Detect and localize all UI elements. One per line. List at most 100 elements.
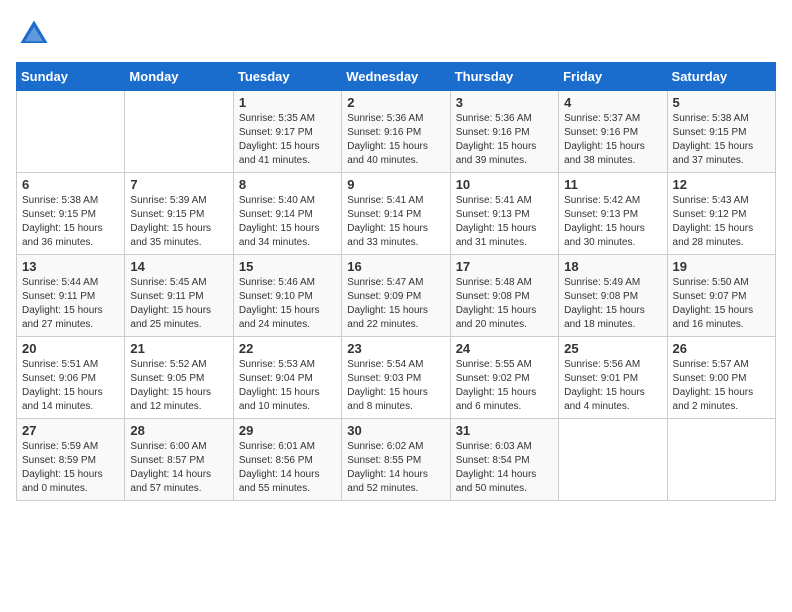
calendar-cell: 30 Sunrise: 6:02 AM Sunset: 8:55 PM Dayli… xyxy=(342,419,450,501)
day-number: 23 xyxy=(347,341,444,356)
day-info: Sunrise: 5:48 AM Sunset: 9:08 PM Dayligh… xyxy=(456,276,553,332)
day-number: 3 xyxy=(456,95,553,110)
day-number: 30 xyxy=(347,423,444,438)
day-number: 6 xyxy=(22,177,119,192)
calendar-cell: 3Sunrise: 5:36 AM Sunset: 9:16 PM Daylig… xyxy=(450,91,558,173)
weekday-header-row: SundayMondayTuesdayWednesdayThursdayFrid… xyxy=(17,63,776,91)
calendar-week-row: 27 Sunrise: 5:59 AM Sunset: 8:59 PM Dayli… xyxy=(17,419,776,501)
calendar-week-row: 13 Sunrise: 5:44 AM Sunset: 9:11 PM Dayli… xyxy=(17,255,776,337)
day-number: 5 xyxy=(673,95,770,110)
day-number: 17 xyxy=(456,259,553,274)
day-number: 18 xyxy=(564,259,661,274)
weekday-header-sunday: Sunday xyxy=(17,63,125,91)
day-info: Sunrise: 5:40 AM Sunset: 9:14 PM Dayligh… xyxy=(239,194,336,250)
day-info: Sunrise: 6:01 AM Sunset: 8:56 PM Dayligh… xyxy=(239,440,336,496)
calendar-cell: 15 Sunrise: 5:46 AM Sunset: 9:10 PM Dayli… xyxy=(233,255,341,337)
day-info: Sunrise: 5:42 AM Sunset: 9:13 PM Dayligh… xyxy=(564,194,661,250)
day-info: Sunrise: 5:36 AM Sunset: 9:16 PM Dayligh… xyxy=(347,112,444,168)
day-number: 4 xyxy=(564,95,661,110)
calendar-cell: 10 Sunrise: 5:41 AM Sunset: 9:13 PM Dayli… xyxy=(450,173,558,255)
calendar-cell xyxy=(125,91,233,173)
calendar-cell xyxy=(559,419,667,501)
day-info: Sunrise: 5:39 AM Sunset: 9:15 PM Dayligh… xyxy=(130,194,227,250)
calendar-cell: 6 Sunrise: 5:38 AM Sunset: 9:15 PM Daylig… xyxy=(17,173,125,255)
day-info: Sunrise: 5:44 AM Sunset: 9:11 PM Dayligh… xyxy=(22,276,119,332)
calendar-week-row: 6 Sunrise: 5:38 AM Sunset: 9:15 PM Daylig… xyxy=(17,173,776,255)
calendar-cell: 8 Sunrise: 5:40 AM Sunset: 9:14 PM Daylig… xyxy=(233,173,341,255)
day-info: Sunrise: 5:37 AM Sunset: 9:16 PM Dayligh… xyxy=(564,112,661,168)
day-info: Sunrise: 5:49 AM Sunset: 9:08 PM Dayligh… xyxy=(564,276,661,332)
day-number: 20 xyxy=(22,341,119,356)
calendar-cell: 9 Sunrise: 5:41 AM Sunset: 9:14 PM Daylig… xyxy=(342,173,450,255)
calendar-cell: 26 Sunrise: 5:57 AM Sunset: 9:00 PM Dayli… xyxy=(667,337,775,419)
calendar-cell: 14 Sunrise: 5:45 AM Sunset: 9:11 PM Dayli… xyxy=(125,255,233,337)
day-number: 7 xyxy=(130,177,227,192)
weekday-header-wednesday: Wednesday xyxy=(342,63,450,91)
day-number: 27 xyxy=(22,423,119,438)
day-info: Sunrise: 6:00 AM Sunset: 8:57 PM Dayligh… xyxy=(130,440,227,496)
day-number: 14 xyxy=(130,259,227,274)
calendar-cell: 28 Sunrise: 6:00 AM Sunset: 8:57 PM Dayli… xyxy=(125,419,233,501)
day-number: 1 xyxy=(239,95,336,110)
calendar-cell xyxy=(667,419,775,501)
day-info: Sunrise: 5:56 AM Sunset: 9:01 PM Dayligh… xyxy=(564,358,661,414)
day-info: Sunrise: 5:50 AM Sunset: 9:07 PM Dayligh… xyxy=(673,276,770,332)
day-info: Sunrise: 6:02 AM Sunset: 8:55 PM Dayligh… xyxy=(347,440,444,496)
calendar-cell: 13 Sunrise: 5:44 AM Sunset: 9:11 PM Dayli… xyxy=(17,255,125,337)
day-info: Sunrise: 5:43 AM Sunset: 9:12 PM Dayligh… xyxy=(673,194,770,250)
day-number: 15 xyxy=(239,259,336,274)
page-header xyxy=(16,16,776,52)
day-number: 8 xyxy=(239,177,336,192)
logo-icon xyxy=(16,16,52,52)
day-number: 12 xyxy=(673,177,770,192)
calendar-week-row: 1 Sunrise: 5:35 AM Sunset: 9:17 PM Daylig… xyxy=(17,91,776,173)
day-number: 21 xyxy=(130,341,227,356)
day-info: Sunrise: 5:41 AM Sunset: 9:14 PM Dayligh… xyxy=(347,194,444,250)
calendar-cell: 1 Sunrise: 5:35 AM Sunset: 9:17 PM Daylig… xyxy=(233,91,341,173)
calendar-cell: 27 Sunrise: 5:59 AM Sunset: 8:59 PM Dayli… xyxy=(17,419,125,501)
day-info: Sunrise: 5:35 AM Sunset: 9:17 PM Dayligh… xyxy=(239,112,336,168)
day-info: Sunrise: 5:51 AM Sunset: 9:06 PM Dayligh… xyxy=(22,358,119,414)
calendar-cell: 23 Sunrise: 5:54 AM Sunset: 9:03 PM Dayli… xyxy=(342,337,450,419)
day-number: 10 xyxy=(456,177,553,192)
calendar-cell: 21Sunrise: 5:52 AM Sunset: 9:05 PM Dayli… xyxy=(125,337,233,419)
calendar-cell: 5 Sunrise: 5:38 AM Sunset: 9:15 PM Daylig… xyxy=(667,91,775,173)
calendar-cell xyxy=(17,91,125,173)
calendar-cell: 17 Sunrise: 5:48 AM Sunset: 9:08 PM Dayli… xyxy=(450,255,558,337)
day-info: Sunrise: 5:54 AM Sunset: 9:03 PM Dayligh… xyxy=(347,358,444,414)
day-info: Sunrise: 5:46 AM Sunset: 9:10 PM Dayligh… xyxy=(239,276,336,332)
day-number: 29 xyxy=(239,423,336,438)
day-number: 25 xyxy=(564,341,661,356)
day-info: Sunrise: 5:47 AM Sunset: 9:09 PM Dayligh… xyxy=(347,276,444,332)
weekday-header-thursday: Thursday xyxy=(450,63,558,91)
day-info: Sunrise: 5:41 AM Sunset: 9:13 PM Dayligh… xyxy=(456,194,553,250)
logo xyxy=(16,16,56,52)
day-number: 16 xyxy=(347,259,444,274)
day-info: Sunrise: 6:03 AM Sunset: 8:54 PM Dayligh… xyxy=(456,440,553,496)
calendar-cell: 2Sunrise: 5:36 AM Sunset: 9:16 PM Daylig… xyxy=(342,91,450,173)
calendar-cell: 16 Sunrise: 5:47 AM Sunset: 9:09 PM Dayli… xyxy=(342,255,450,337)
weekday-header-saturday: Saturday xyxy=(667,63,775,91)
day-number: 28 xyxy=(130,423,227,438)
day-info: Sunrise: 5:38 AM Sunset: 9:15 PM Dayligh… xyxy=(673,112,770,168)
calendar-cell: 22Sunrise: 5:53 AM Sunset: 9:04 PM Dayli… xyxy=(233,337,341,419)
calendar-cell: 12 Sunrise: 5:43 AM Sunset: 9:12 PM Dayli… xyxy=(667,173,775,255)
calendar-cell: 29 Sunrise: 6:01 AM Sunset: 8:56 PM Dayli… xyxy=(233,419,341,501)
day-number: 26 xyxy=(673,341,770,356)
day-info: Sunrise: 5:38 AM Sunset: 9:15 PM Dayligh… xyxy=(22,194,119,250)
day-info: Sunrise: 5:53 AM Sunset: 9:04 PM Dayligh… xyxy=(239,358,336,414)
day-number: 9 xyxy=(347,177,444,192)
day-number: 24 xyxy=(456,341,553,356)
calendar-cell: 20 Sunrise: 5:51 AM Sunset: 9:06 PM Dayli… xyxy=(17,337,125,419)
calendar-week-row: 20 Sunrise: 5:51 AM Sunset: 9:06 PM Dayli… xyxy=(17,337,776,419)
day-info: Sunrise: 5:57 AM Sunset: 9:00 PM Dayligh… xyxy=(673,358,770,414)
calendar-cell: 31 Sunrise: 6:03 AM Sunset: 8:54 PM Dayli… xyxy=(450,419,558,501)
calendar-cell: 4 Sunrise: 5:37 AM Sunset: 9:16 PM Daylig… xyxy=(559,91,667,173)
day-info: Sunrise: 5:59 AM Sunset: 8:59 PM Dayligh… xyxy=(22,440,119,496)
weekday-header-tuesday: Tuesday xyxy=(233,63,341,91)
day-info: Sunrise: 5:45 AM Sunset: 9:11 PM Dayligh… xyxy=(130,276,227,332)
day-number: 31 xyxy=(456,423,553,438)
day-number: 13 xyxy=(22,259,119,274)
day-number: 19 xyxy=(673,259,770,274)
calendar-cell: 18 Sunrise: 5:49 AM Sunset: 9:08 PM Dayli… xyxy=(559,255,667,337)
